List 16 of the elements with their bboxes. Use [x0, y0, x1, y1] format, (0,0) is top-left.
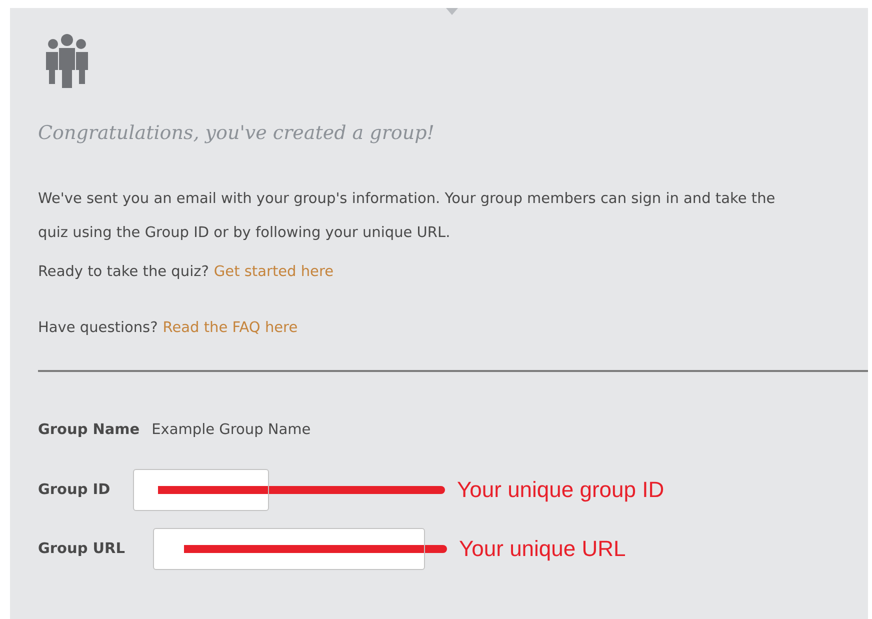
field-value: Example Group Name — [152, 422, 311, 438]
intro-text: We've sent you an email with your group's information. Your group members can sign in and take the quiz using the Group ID or by following your unique URL. — [38, 190, 776, 243]
input-field[interactable] — [133, 469, 269, 511]
field-label: Group Name — [38, 422, 140, 438]
field-label: Group URL — [38, 541, 126, 557]
prompt-text: Have questions? — [38, 320, 158, 336]
group-icon — [43, 32, 91, 90]
annotation-text: Your unique group ID — [457, 477, 664, 503]
field-label: Group ID — [38, 482, 112, 498]
prompt-text: Ready to take the quiz? — [38, 264, 209, 280]
notch-icon — [446, 8, 458, 15]
heading: Congratulations, you've created a group! — [38, 122, 436, 144]
link[interactable]: Get started here — [214, 264, 334, 280]
input-field[interactable] — [153, 528, 425, 570]
link[interactable]: Read the FAQ here — [162, 320, 298, 336]
annotation-text: Your unique URL — [459, 536, 626, 562]
